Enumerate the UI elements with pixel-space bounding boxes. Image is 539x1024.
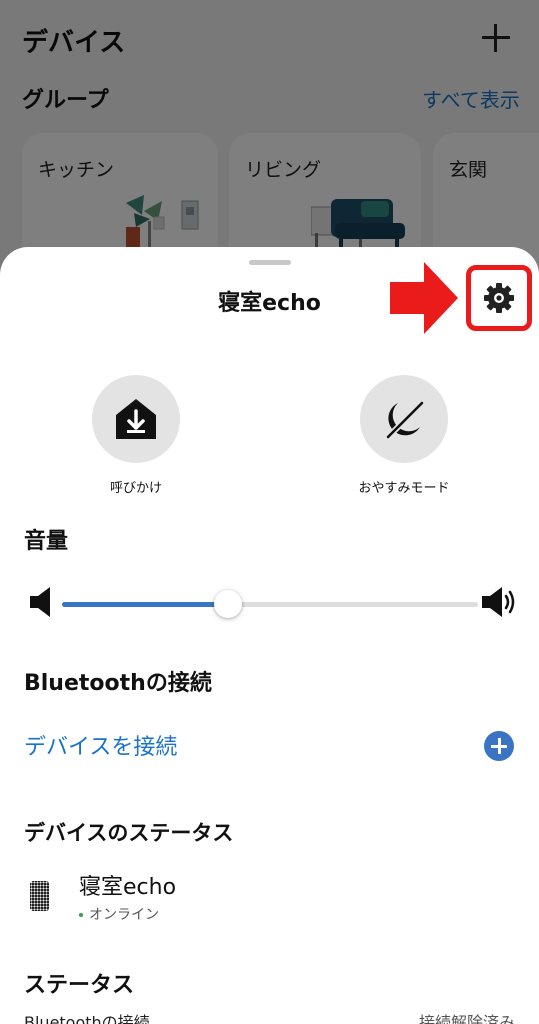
red-arrow-annotation [390, 262, 458, 334]
volume-high-icon[interactable] [482, 587, 516, 617]
volume-heading: 音量 [24, 529, 69, 554]
do-not-disturb-button[interactable] [360, 375, 448, 463]
device-name: 寝室echo [79, 875, 177, 900]
device-bottom-sheet: 寝室echo 呼びかけ おやすみモード 音量 Bluetoothの接続 デバイス… [0, 247, 539, 1024]
device-online-status: オンライン [79, 904, 159, 924]
drop-in-label: 呼びかけ [109, 481, 162, 496]
volume-slider-thumb[interactable] [214, 590, 243, 618]
online-dot-icon [79, 913, 83, 917]
settings-gear-icon[interactable] [483, 281, 515, 315]
settings-highlight-box [466, 265, 532, 331]
device-status-heading: デバイスのステータス [24, 821, 234, 845]
status-row-label: Bluetoothの接続 [24, 1013, 150, 1024]
drop-in-button[interactable] [92, 375, 180, 463]
volume-low-icon[interactable] [30, 587, 52, 617]
drop-in-action[interactable]: 呼びかけ [56, 375, 216, 496]
echo-device-icon [30, 881, 49, 911]
sheet-title: 寝室echo [218, 291, 321, 316]
do-not-disturb-icon [385, 400, 425, 440]
connect-device-link[interactable]: デバイスを接続 [24, 729, 177, 761]
drag-handle[interactable] [249, 260, 291, 265]
drop-in-icon [116, 399, 156, 439]
do-not-disturb-label: おやすみモード [358, 481, 450, 496]
add-bluetooth-device-button[interactable] [484, 731, 514, 761]
status-row-value: 接続解除済み [418, 1013, 515, 1024]
volume-slider-fill [62, 602, 229, 607]
volume-slider[interactable] [62, 590, 478, 618]
do-not-disturb-action[interactable]: おやすみモード [324, 375, 484, 496]
bluetooth-heading: Bluetoothの接続 [24, 671, 212, 696]
online-status-text: オンライン [89, 907, 159, 923]
status-heading: ステータス [24, 973, 135, 998]
